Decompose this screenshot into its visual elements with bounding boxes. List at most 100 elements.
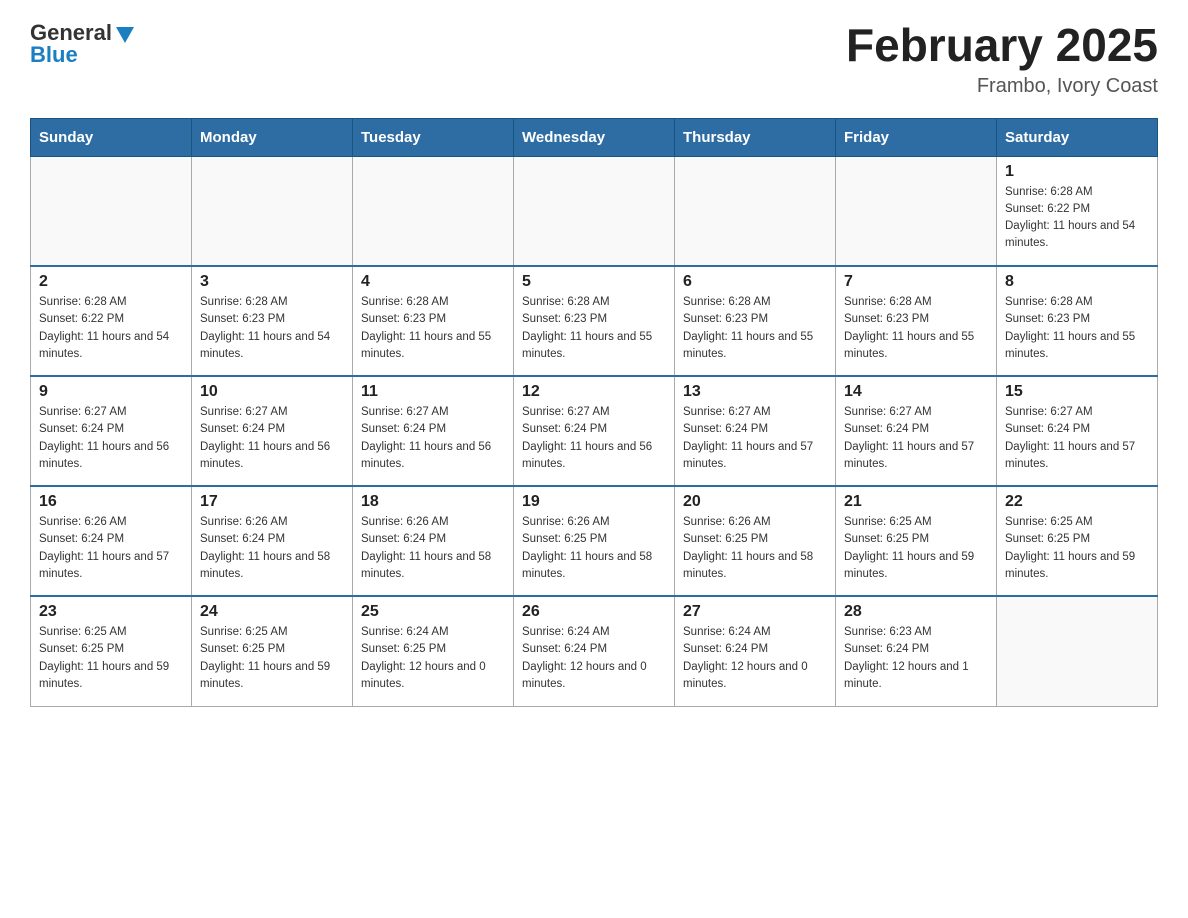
- calendar-day-cell: 28Sunrise: 6:23 AMSunset: 6:24 PMDayligh…: [836, 596, 997, 706]
- day-number: 3: [200, 273, 344, 291]
- calendar-week-row: 9Sunrise: 6:27 AMSunset: 6:24 PMDaylight…: [31, 376, 1158, 486]
- page-header: General Blue February 2025 Frambo, Ivory…: [30, 20, 1158, 98]
- day-info: Sunrise: 6:27 AMSunset: 6:24 PMDaylight:…: [683, 404, 827, 473]
- calendar-day-cell: 20 Sunrise: 6:26 AMSunset: 6:25 PMDayligh…: [675, 486, 836, 596]
- calendar-day-cell: 22 Sunrise: 6:25 AMSunset: 6:25 PMDayligh…: [997, 486, 1158, 596]
- day-info: Sunrise: 6:26 AMSunset: 6:24 PMDaylight:…: [361, 514, 505, 583]
- day-number: 5: [522, 273, 666, 291]
- logo-blue: Blue: [30, 42, 78, 68]
- calendar-day-cell: 10Sunrise: 6:27 AMSunset: 6:24 PMDayligh…: [192, 376, 353, 486]
- day-info: Sunrise: 6:26 AMSunset: 6:25 PMDaylight:…: [683, 514, 827, 583]
- calendar-day-cell: 11 Sunrise: 6:27 AMSunset: 6:24 PMDayligh…: [353, 376, 514, 486]
- calendar-day-cell: 14 Sunrise: 6:27 AMSunset: 6:24 PMDayligh…: [836, 376, 997, 486]
- calendar-week-row: 2Sunrise: 6:28 AMSunset: 6:22 PMDaylight…: [31, 266, 1158, 376]
- calendar-header-row: SundayMondayTuesdayWednesdayThursdayFrid…: [31, 118, 1158, 156]
- month-title: February 2025: [846, 20, 1158, 71]
- day-number: 13: [683, 383, 827, 401]
- calendar-day-cell: [353, 156, 514, 266]
- day-number: 21: [844, 493, 988, 511]
- day-info: Sunrise: 6:25 AMSunset: 6:25 PMDaylight:…: [1005, 514, 1149, 583]
- day-info: Sunrise: 6:26 AMSunset: 6:25 PMDaylight:…: [522, 514, 666, 583]
- calendar-day-cell: 12 Sunrise: 6:27 AMSunset: 6:24 PMDayligh…: [514, 376, 675, 486]
- day-number: 11: [361, 383, 505, 401]
- location-title: Frambo, Ivory Coast: [846, 75, 1158, 98]
- calendar-day-cell: 2Sunrise: 6:28 AMSunset: 6:22 PMDaylight…: [31, 266, 192, 376]
- calendar-header-monday: Monday: [192, 118, 353, 156]
- calendar-day-cell: [836, 156, 997, 266]
- day-info: Sunrise: 6:26 AMSunset: 6:24 PMDaylight:…: [39, 514, 183, 583]
- calendar-day-cell: 21 Sunrise: 6:25 AMSunset: 6:25 PMDayligh…: [836, 486, 997, 596]
- calendar-day-cell: 23 Sunrise: 6:25 AMSunset: 6:25 PMDayligh…: [31, 596, 192, 706]
- calendar-day-cell: 3 Sunrise: 6:28 AMSunset: 6:23 PMDaylight…: [192, 266, 353, 376]
- calendar-day-cell: 8 Sunrise: 6:28 AMSunset: 6:23 PMDaylight…: [997, 266, 1158, 376]
- calendar-day-cell: 27Sunrise: 6:24 AMSunset: 6:24 PMDayligh…: [675, 596, 836, 706]
- calendar-day-cell: [514, 156, 675, 266]
- day-info: Sunrise: 6:28 AMSunset: 6:22 PMDaylight:…: [1005, 184, 1149, 253]
- day-number: 27: [683, 603, 827, 621]
- day-info: Sunrise: 6:27 AMSunset: 6:24 PMDaylight:…: [522, 404, 666, 473]
- day-info: Sunrise: 6:24 AMSunset: 6:24 PMDaylight:…: [522, 624, 666, 693]
- day-info: Sunrise: 6:23 AMSunset: 6:24 PMDaylight:…: [844, 624, 988, 693]
- day-number: 26: [522, 603, 666, 621]
- day-info: Sunrise: 6:27 AMSunset: 6:24 PMDaylight:…: [1005, 404, 1149, 473]
- day-number: 16: [39, 493, 183, 511]
- day-number: 10: [200, 383, 344, 401]
- calendar-week-row: 23 Sunrise: 6:25 AMSunset: 6:25 PMDayligh…: [31, 596, 1158, 706]
- day-number: 12: [522, 383, 666, 401]
- day-number: 6: [683, 273, 827, 291]
- calendar-day-cell: 1 Sunrise: 6:28 AMSunset: 6:22 PMDaylight…: [997, 156, 1158, 266]
- calendar-day-cell: [31, 156, 192, 266]
- calendar-header-thursday: Thursday: [675, 118, 836, 156]
- calendar-day-cell: 9Sunrise: 6:27 AMSunset: 6:24 PMDaylight…: [31, 376, 192, 486]
- calendar-day-cell: 6Sunrise: 6:28 AMSunset: 6:23 PMDaylight…: [675, 266, 836, 376]
- day-number: 20: [683, 493, 827, 511]
- calendar-day-cell: 5 Sunrise: 6:28 AMSunset: 6:23 PMDaylight…: [514, 266, 675, 376]
- day-info: Sunrise: 6:28 AMSunset: 6:23 PMDaylight:…: [844, 294, 988, 363]
- day-info: Sunrise: 6:27 AMSunset: 6:24 PMDaylight:…: [844, 404, 988, 473]
- day-number: 22: [1005, 493, 1149, 511]
- day-info: Sunrise: 6:28 AMSunset: 6:23 PMDaylight:…: [361, 294, 505, 363]
- day-info: Sunrise: 6:25 AMSunset: 6:25 PMDaylight:…: [39, 624, 183, 693]
- day-info: Sunrise: 6:27 AMSunset: 6:24 PMDaylight:…: [361, 404, 505, 473]
- day-info: Sunrise: 6:27 AMSunset: 6:24 PMDaylight:…: [39, 404, 183, 473]
- day-number: 15: [1005, 383, 1149, 401]
- day-info: Sunrise: 6:25 AMSunset: 6:25 PMDaylight:…: [844, 514, 988, 583]
- day-number: 7: [844, 273, 988, 291]
- day-number: 14: [844, 383, 988, 401]
- day-info: Sunrise: 6:26 AMSunset: 6:24 PMDaylight:…: [200, 514, 344, 583]
- day-number: 17: [200, 493, 344, 511]
- calendar-day-cell: 15 Sunrise: 6:27 AMSunset: 6:24 PMDayligh…: [997, 376, 1158, 486]
- calendar-day-cell: 13 Sunrise: 6:27 AMSunset: 6:24 PMDayligh…: [675, 376, 836, 486]
- calendar-day-cell: 25 Sunrise: 6:24 AMSunset: 6:25 PMDayligh…: [353, 596, 514, 706]
- day-number: 19: [522, 493, 666, 511]
- calendar-header-saturday: Saturday: [997, 118, 1158, 156]
- day-number: 25: [361, 603, 505, 621]
- calendar-header-sunday: Sunday: [31, 118, 192, 156]
- day-number: 24: [200, 603, 344, 621]
- day-number: 23: [39, 603, 183, 621]
- calendar-header-friday: Friday: [836, 118, 997, 156]
- calendar-header-wednesday: Wednesday: [514, 118, 675, 156]
- calendar-day-cell: 26 Sunrise: 6:24 AMSunset: 6:24 PMDayligh…: [514, 596, 675, 706]
- day-number: 4: [361, 273, 505, 291]
- day-number: 2: [39, 273, 183, 291]
- calendar-day-cell: 4 Sunrise: 6:28 AMSunset: 6:23 PMDaylight…: [353, 266, 514, 376]
- day-info: Sunrise: 6:28 AMSunset: 6:23 PMDaylight:…: [1005, 294, 1149, 363]
- day-info: Sunrise: 6:28 AMSunset: 6:23 PMDaylight:…: [522, 294, 666, 363]
- calendar-day-cell: [997, 596, 1158, 706]
- calendar-day-cell: 24 Sunrise: 6:25 AMSunset: 6:25 PMDayligh…: [192, 596, 353, 706]
- calendar-day-cell: 7 Sunrise: 6:28 AMSunset: 6:23 PMDaylight…: [836, 266, 997, 376]
- day-number: 18: [361, 493, 505, 511]
- calendar-week-row: 1 Sunrise: 6:28 AMSunset: 6:22 PMDaylight…: [31, 156, 1158, 266]
- day-info: Sunrise: 6:25 AMSunset: 6:25 PMDaylight:…: [200, 624, 344, 693]
- calendar-day-cell: [192, 156, 353, 266]
- calendar-table: SundayMondayTuesdayWednesdayThursdayFrid…: [30, 118, 1158, 707]
- day-number: 8: [1005, 273, 1149, 291]
- day-info: Sunrise: 6:24 AMSunset: 6:25 PMDaylight:…: [361, 624, 505, 693]
- day-number: 1: [1005, 163, 1149, 181]
- calendar-day-cell: [675, 156, 836, 266]
- calendar-day-cell: 19 Sunrise: 6:26 AMSunset: 6:25 PMDayligh…: [514, 486, 675, 596]
- calendar-day-cell: 16 Sunrise: 6:26 AMSunset: 6:24 PMDayligh…: [31, 486, 192, 596]
- logo-arrow-icon: [114, 23, 136, 45]
- day-info: Sunrise: 6:28 AMSunset: 6:23 PMDaylight:…: [200, 294, 344, 363]
